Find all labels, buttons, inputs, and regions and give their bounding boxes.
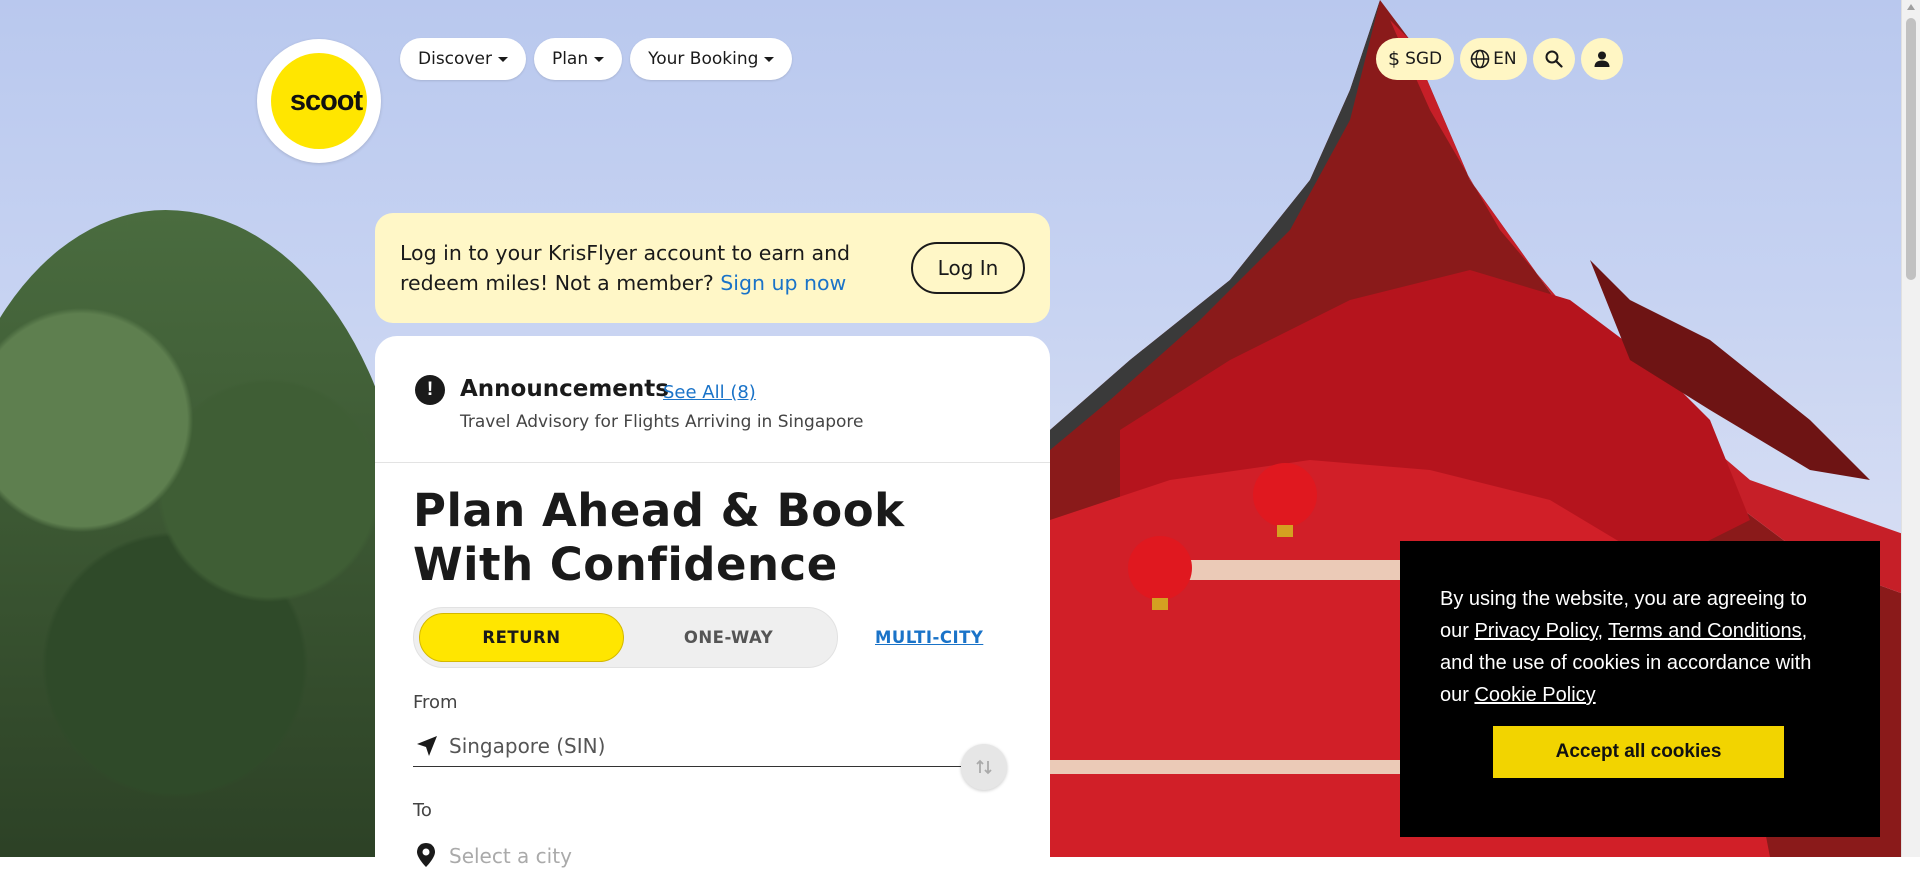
announcement-text[interactable]: Travel Advisory for Flights Arriving in … — [460, 412, 864, 432]
nav-discover[interactable]: Discover — [400, 38, 526, 80]
nav-discover-label: Discover — [418, 49, 492, 69]
trip-type-toggle: RETURN ONE-WAY — [413, 607, 838, 668]
accept-all-cookies-button[interactable]: Accept all cookies — [1493, 726, 1784, 778]
cookie-text: By using the website, you are agreeing t… — [1440, 583, 1840, 711]
from-value: Singapore (SIN) — [449, 734, 606, 758]
caret-down-icon — [497, 56, 508, 62]
account-button[interactable] — [1580, 38, 1623, 80]
scoot-logo[interactable]: scoot — [257, 39, 381, 163]
search-icon — [1545, 50, 1563, 68]
alert-icon: ! — [415, 375, 445, 405]
from-field[interactable]: Singapore (SIN) — [413, 728, 961, 767]
caret-down-icon — [764, 56, 775, 62]
krisflyer-login-banner: Log in to your KrisFlyer account to earn… — [375, 213, 1050, 323]
cookie-banner: By using the website, you are agreeing t… — [1400, 541, 1880, 837]
language-label: EN — [1493, 49, 1517, 69]
caret-down-icon — [594, 56, 605, 62]
logo-text: scoot — [289, 84, 363, 117]
scroll-up-arrow-icon[interactable] — [1907, 4, 1915, 10]
cookie-policy-link[interactable]: Cookie Policy — [1474, 684, 1595, 706]
search-button[interactable] — [1532, 38, 1575, 80]
to-label: To — [413, 800, 432, 821]
cookie-text-separator: , — [1597, 620, 1609, 642]
currency-selector[interactable]: $ SGD — [1376, 38, 1455, 80]
see-all-announcements-link[interactable]: See All (8) — [663, 382, 756, 403]
nav-plan-label: Plan — [551, 49, 589, 69]
tree-image — [0, 210, 410, 857]
to-placeholder: Select a city — [449, 844, 572, 868]
utility-nav: $ SGD EN — [1376, 38, 1623, 80]
map-pin-icon — [417, 843, 435, 867]
dollar-icon: $ — [1388, 48, 1401, 70]
logo-disc: scoot — [271, 53, 367, 149]
page-scrollbar[interactable] — [1901, 0, 1920, 857]
main-nav: Discover Plan Your Booking — [400, 38, 793, 80]
announcements-section: ! Announcements See All (8) Travel Advis… — [375, 336, 1050, 463]
globe-icon — [1470, 49, 1490, 69]
from-label: From — [413, 692, 458, 713]
sign-up-link[interactable]: Sign up now — [720, 271, 846, 295]
announcements-title: Announcements — [460, 376, 669, 402]
nav-plan[interactable]: Plan — [533, 38, 623, 80]
trip-return-option[interactable]: RETURN — [419, 613, 624, 662]
privacy-policy-link[interactable]: Privacy Policy — [1474, 620, 1597, 642]
trip-one-way-option[interactable]: ONE-WAY — [626, 613, 831, 662]
swap-arrows-icon — [976, 759, 992, 775]
multi-city-link[interactable]: MULTI-CITY — [875, 628, 983, 647]
swap-cities-button[interactable] — [961, 744, 1007, 790]
location-arrow-icon — [417, 736, 437, 756]
booking-card: ! Announcements See All (8) Travel Advis… — [375, 336, 1050, 876]
terms-and-conditions-link[interactable]: Terms and Conditions — [1608, 620, 1801, 642]
nav-your-booking-label: Your Booking — [648, 49, 759, 69]
log-in-button[interactable]: Log In — [911, 242, 1025, 294]
scroll-thumb[interactable] — [1906, 18, 1916, 280]
nav-your-booking[interactable]: Your Booking — [630, 38, 793, 80]
user-icon — [1594, 51, 1610, 67]
currency-label: SGD — [1405, 49, 1443, 69]
to-field[interactable]: Select a city — [413, 836, 961, 874]
login-banner-text: Log in to your KrisFlyer account to earn… — [400, 238, 880, 298]
language-selector[interactable]: EN — [1460, 38, 1527, 80]
booking-heading: Plan Ahead & Book With Confidence — [413, 484, 905, 591]
